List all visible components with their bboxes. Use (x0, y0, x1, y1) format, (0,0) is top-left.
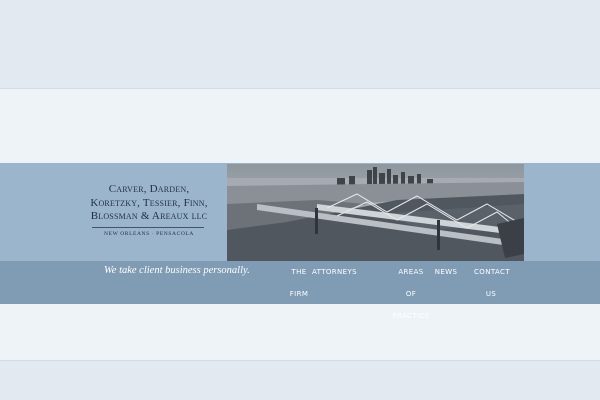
bottom-band (0, 361, 600, 400)
nav-news-label: NEWS (434, 268, 458, 276)
nav-contact-label-1: CONTACT (474, 268, 510, 276)
nav-news[interactable]: NEWS (434, 261, 458, 283)
nav-contact-us[interactable]: CONTACT US (474, 261, 510, 305)
nav-attorneys-label: ATTORNEYS (312, 268, 358, 276)
nav-the-firm-label-2: FIRM (289, 290, 309, 298)
nav-areas-label-1: AREAS OF (398, 268, 424, 298)
top-band (0, 0, 600, 89)
logo-divider (92, 226, 204, 228)
logo-line-2: Koretzky, Tessier, Finn, (90, 196, 208, 209)
city-bridge-photo (227, 164, 524, 261)
nav-areas-of-practice[interactable]: AREAS OF PRACTICE (392, 261, 430, 327)
logo-line-3: Blossman & Areaux llc (90, 210, 208, 222)
nav-the-firm[interactable]: THE FIRM (286, 261, 312, 305)
nav-the-firm-label-1: THE (291, 268, 307, 276)
firm-logo[interactable]: Carver, Darden, Koretzky, Tessier, Finn,… (88, 183, 210, 237)
tagline: We take client business personally. (104, 265, 250, 276)
logo-cities: NEW ORLEANS · PENSACOLA (104, 230, 194, 237)
upper-light-band (0, 89, 600, 163)
nav-contact-label-2: US (485, 290, 497, 298)
nav-areas-label-2: PRACTICE (392, 312, 430, 320)
lower-light-band (0, 304, 600, 361)
logo-line-1: Carver, Darden, (108, 183, 190, 195)
nav-attorneys[interactable]: ATTORNEYS (312, 261, 358, 283)
